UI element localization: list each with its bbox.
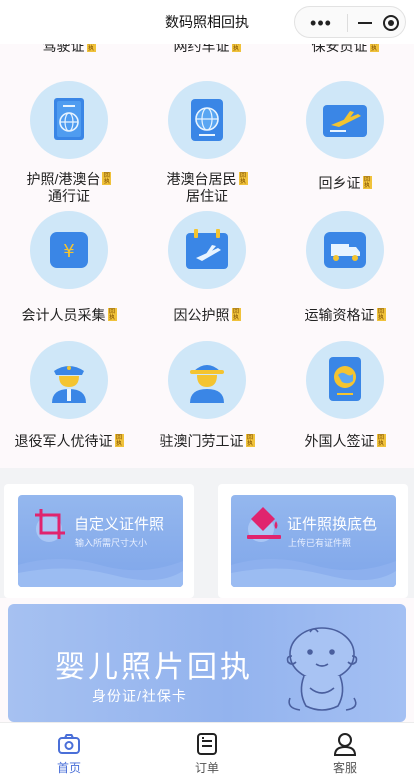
change-background-card-wrapper: 证件照换底色 上传已有证件照 [218,484,408,598]
receipt-badge: 回执 [369,44,379,52]
mini-program-capsule: ••• [294,6,406,38]
card-title: 证件照换底色 [287,516,378,533]
card-subtitle: 输入所需尺寸大小 [75,538,148,548]
minus-icon [358,22,372,24]
card-title: 自定义证件照 [74,516,165,533]
grid-item-resident-permit[interactable]: 港澳台居民 回执 居住证 [138,81,276,204]
grid-item-label: 驻澳门劳工证 回执 [159,433,255,449]
custom-size-card[interactable]: 自定义证件照 输入所需尺寸大小 [18,495,183,587]
receipt-badge: 回执 [114,434,124,447]
receipt-badge: 回执 [245,434,255,447]
bottom-tab-bar: 首页 订单 客服 [0,722,414,780]
grid-item-transport-qualification[interactable]: 运输资格证 回执 [276,211,414,325]
receipt-badge: 回执 [376,434,386,447]
grid-item-security-guard-license[interactable]: 保安员证回执 [276,44,414,56]
grid-item-label: 退役军人优待证 回执 [14,433,124,449]
baby-photo-banner[interactable]: 婴儿照片回执 身份证/社保卡 [8,604,406,722]
banner-subtitle: 身份证/社保卡 [92,688,187,704]
grid-item-label: 驾驶证回执 [43,44,96,54]
change-background-card[interactable]: 证件照换底色 上传已有证件照 [231,495,396,587]
grid-item-label: 外国人签证 回执 [304,433,386,449]
target-icon [383,15,399,31]
grid-item-home-return-permit[interactable]: 回乡证 回执 [276,81,414,193]
grid-item-foreigner-visa[interactable]: 外国人签证 回执 [276,341,414,451]
crop-icon [35,509,65,542]
camera-icon [56,731,82,757]
passport-icon [30,81,108,159]
document-type-grid: 驾驶证回执 网约车证回执 保安员证回执 护照/港澳台回执 通行证 [0,44,414,464]
more-menu-button[interactable]: ••• [301,7,341,39]
grid-item-official-passport[interactable]: 因公护照 回执 [138,211,276,325]
calendar-plane-icon [168,211,246,289]
receipt-badge: 回执 [238,172,248,185]
service-person-icon [332,731,358,757]
svg-text:¥: ¥ [63,241,74,262]
tab-label: 客服 [332,761,357,775]
banner-title: 婴儿照片回执 [55,651,253,684]
plane-ticket-icon [306,81,384,159]
receipt-badge: 回执 [362,176,372,189]
grid-item-label-line2: 居住证 [186,188,228,204]
tab-home[interactable]: 首页 [0,723,138,780]
tab-label: 订单 [194,761,219,775]
order-list-icon [194,731,220,757]
grid-item-label: 保安员证回执 [312,44,379,54]
nav-bar: 数码照相回执 ••• [0,0,414,44]
soldier-icon [30,341,108,419]
worker-icon [168,341,246,419]
minimize-button[interactable] [353,7,377,39]
grid-item-label: 港澳台居民 回执 [166,171,248,187]
tab-label: 首页 [56,761,81,775]
grid-item-label: 运输资格证 回执 [304,307,386,323]
tab-customer-service[interactable]: 客服 [276,723,414,780]
paint-bucket-icon [247,507,281,542]
grid-item-label: 会计人员采集 回执 [21,307,117,323]
baby-illustration [286,627,358,711]
globe-book-icon [168,81,246,159]
receipt-badge: 回执 [376,308,386,321]
truck-icon [306,211,384,289]
grid-item-label: 网约车证回执 [174,44,241,54]
grid-item-driver-license[interactable]: 驾驶证回执 [0,44,138,56]
grid-item-veteran-card[interactable]: 退役军人优待证 回执 [0,341,138,451]
receipt-badge: 回执 [102,172,112,185]
grid-item-passport[interactable]: 护照/港澳台 回执 通行证 [0,81,138,204]
grid-item-accountant-collection[interactable]: ¥ 会计人员采集 回执 [0,211,138,325]
receipt-badge: 回执 [86,44,96,52]
yuan-icon: ¥ [30,211,108,289]
grid-item-ride-hailing-license[interactable]: 网约车证回执 [138,44,276,56]
custom-size-card-wrapper: 自定义证件照 输入所需尺寸大小 [4,484,194,598]
grid-item-macau-worker-card[interactable]: 驻澳门劳工证 回执 [138,341,276,451]
tab-orders[interactable]: 订单 [138,723,276,780]
grid-item-label: 回乡证 回执 [318,175,372,191]
grid-item-label: 护照/港澳台 回执 [26,171,112,187]
grid-item-label-line2: 通行证 [48,188,90,204]
visa-book-icon [306,341,384,419]
receipt-badge: 回执 [231,308,241,321]
capsule-divider [347,14,348,32]
close-button[interactable] [379,7,403,39]
card-subtitle: 上传已有证件照 [288,538,352,548]
receipt-badge: 回执 [231,44,241,52]
grid-item-label: 因公护照 回执 [173,307,241,323]
receipt-badge: 回执 [107,308,117,321]
